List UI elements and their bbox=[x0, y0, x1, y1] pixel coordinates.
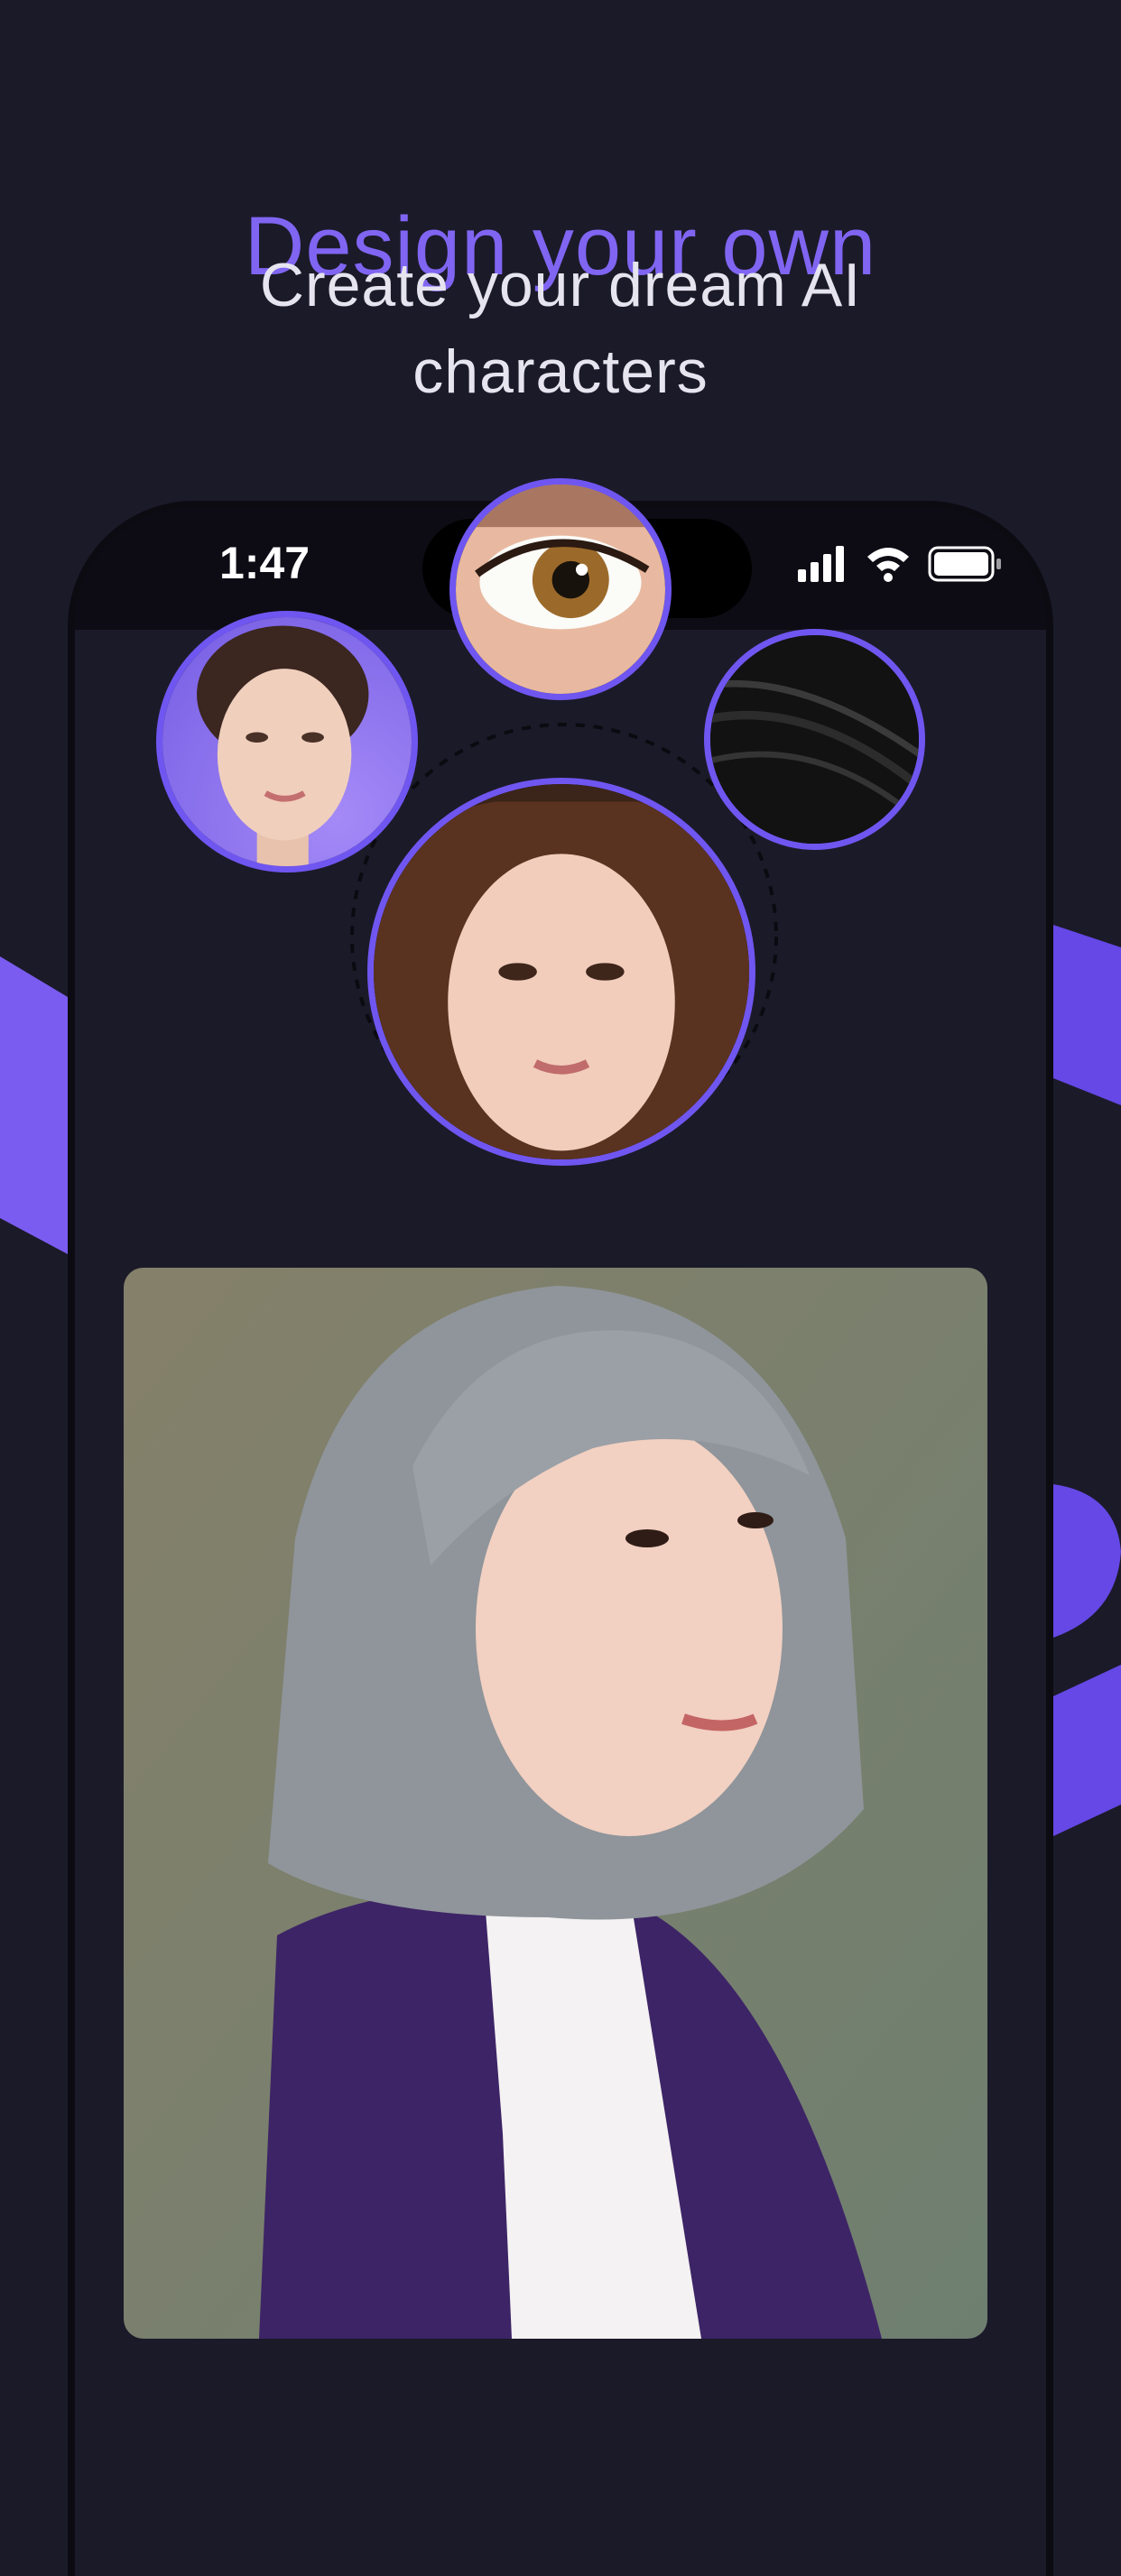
eye-photo-icon bbox=[456, 485, 665, 694]
decoration-right-ribbon bbox=[1053, 925, 1121, 1105]
generated-character-portrait-icon bbox=[124, 1268, 987, 2339]
screen: { "header": { "title": "Design your own"… bbox=[0, 0, 1121, 2576]
hair-feature-circle[interactable] bbox=[704, 629, 925, 850]
face-photo-icon bbox=[162, 617, 412, 866]
eye-feature-circle[interactable] bbox=[449, 478, 672, 700]
decoration-left-ribbon bbox=[0, 956, 68, 1254]
generated-portrait-card[interactable] bbox=[124, 1268, 987, 2339]
face-feature-circle[interactable] bbox=[156, 611, 418, 873]
page-subtitle: Create your dream AI characters bbox=[259, 251, 862, 406]
result-face-photo-icon bbox=[374, 784, 749, 1159]
result-face-circle[interactable] bbox=[367, 778, 755, 1166]
decoration-right-ribbon-lower bbox=[1053, 1484, 1121, 1836]
hair-texture-photo-icon bbox=[710, 635, 919, 844]
